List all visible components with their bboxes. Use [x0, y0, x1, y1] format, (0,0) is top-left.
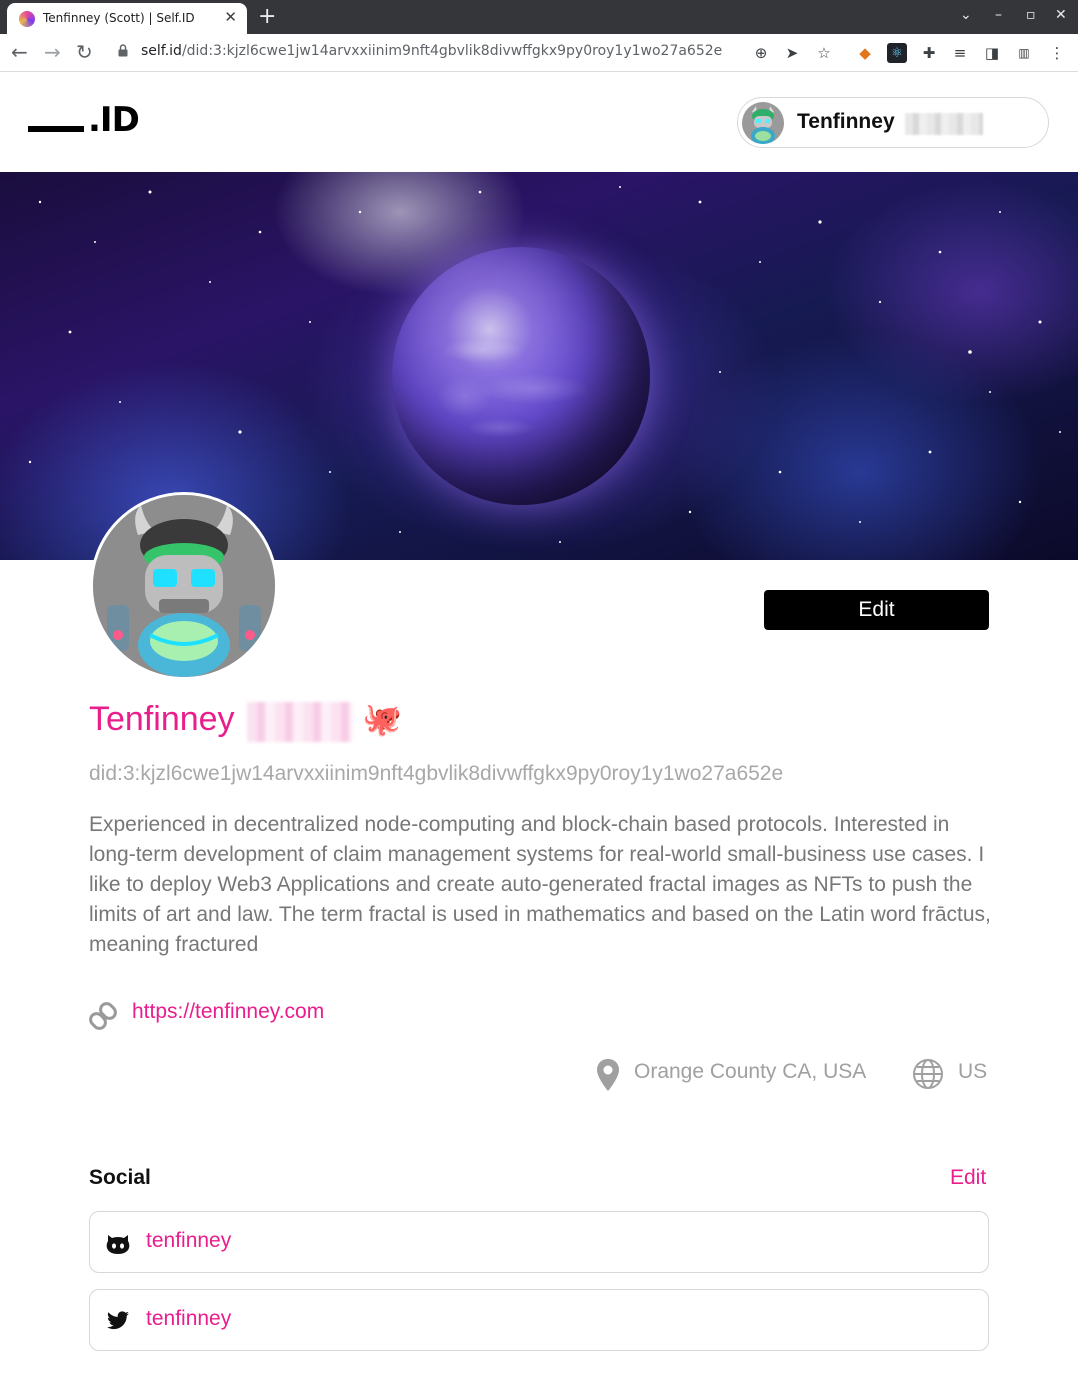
github-handle: tenfinney	[146, 1229, 232, 1252]
send-icon[interactable]: ➤	[782, 43, 802, 63]
location-pin-icon	[597, 1059, 619, 1091]
social-edit-link[interactable]: Edit	[950, 1166, 986, 1190]
browser-toolbar: ← → ↻ self.id/did:3:kjzl6cwe1jw14arvxxii…	[0, 34, 1078, 72]
globe-icon	[913, 1059, 943, 1089]
forward-icon[interactable]: →	[44, 40, 61, 64]
selfid-favicon-icon	[19, 11, 35, 27]
profile-avatar	[90, 492, 278, 680]
browser-tab[interactable]: Tenfinney (Scott) | Self.ID ✕	[7, 3, 247, 34]
extensions-puzzle-icon[interactable]: ✚	[919, 43, 939, 63]
profile-location: Orange County CA, USA	[634, 1060, 867, 1083]
user-avatar	[742, 102, 784, 144]
banner-planet	[392, 247, 650, 505]
website-link[interactable]: https://tenfinney.com	[132, 1000, 324, 1024]
maximize-icon[interactable]: ▫	[1026, 7, 1036, 23]
social-account-twitter[interactable]: tenfinney	[89, 1289, 989, 1351]
close-window-icon[interactable]: ✕	[1055, 7, 1067, 23]
reading-list-icon[interactable]: ≡	[950, 43, 970, 63]
address-bar[interactable]: self.id/did:3:kjzl6cwe1jw14arvxxiinim9nf…	[141, 43, 722, 59]
new-tab-icon[interactable]: +	[258, 4, 276, 29]
github-icon	[106, 1235, 130, 1254]
logo-bar	[28, 126, 84, 132]
side-panel-icon[interactable]: ◨	[982, 43, 1002, 63]
zoom-icon[interactable]: ⊕	[751, 43, 771, 63]
site-header: .ID Tenfinney	[0, 72, 1078, 172]
profile-name: Tenfinney	[89, 700, 235, 738]
tab-close-icon[interactable]: ✕	[224, 8, 237, 26]
user-name: Tenfinney	[797, 110, 895, 133]
metamask-icon[interactable]: ◆	[855, 43, 875, 63]
minimize-icon[interactable]: –	[995, 7, 1002, 23]
twitter-handle: tenfinney	[146, 1307, 232, 1330]
twitter-icon	[107, 1311, 129, 1330]
profile-bio: Experienced in decentralized node-comput…	[89, 813, 991, 956]
tab-search-icon[interactable]: ⌄	[960, 7, 972, 23]
profile-name-blurred	[247, 702, 353, 742]
social-account-github[interactable]: tenfinney	[89, 1211, 989, 1273]
octopus-emoji: 🐙	[362, 700, 402, 738]
more-menu-icon[interactable]: ⋮	[1047, 43, 1067, 63]
lock-icon	[118, 44, 128, 57]
logo-text: .ID	[88, 100, 140, 140]
profile-country: US	[958, 1060, 988, 1083]
bookmark-star-icon[interactable]: ☆	[814, 43, 834, 63]
user-name-blurred	[905, 113, 983, 135]
browser-tabstrip: Tenfinney (Scott) | Self.ID ✕ + ⌄ – ▫ ✕	[0, 0, 1078, 34]
social-section-title: Social	[89, 1166, 151, 1189]
react-devtools-icon[interactable]: ⚛	[887, 43, 907, 63]
back-icon[interactable]: ←	[11, 40, 28, 64]
profile-did: did:3:kjzl6cwe1jw14arvxxiinim9nft4gbvlik…	[89, 762, 784, 785]
edit-profile-button[interactable]: Edit	[764, 590, 989, 630]
tab-title: Tenfinney (Scott) | Self.ID	[43, 11, 195, 25]
reload-icon[interactable]: ↻	[76, 40, 93, 64]
user-menu-button[interactable]: Tenfinney	[737, 97, 1049, 148]
profile-extension-icon[interactable]: ▥	[1014, 43, 1034, 63]
link-icon	[89, 1002, 117, 1030]
